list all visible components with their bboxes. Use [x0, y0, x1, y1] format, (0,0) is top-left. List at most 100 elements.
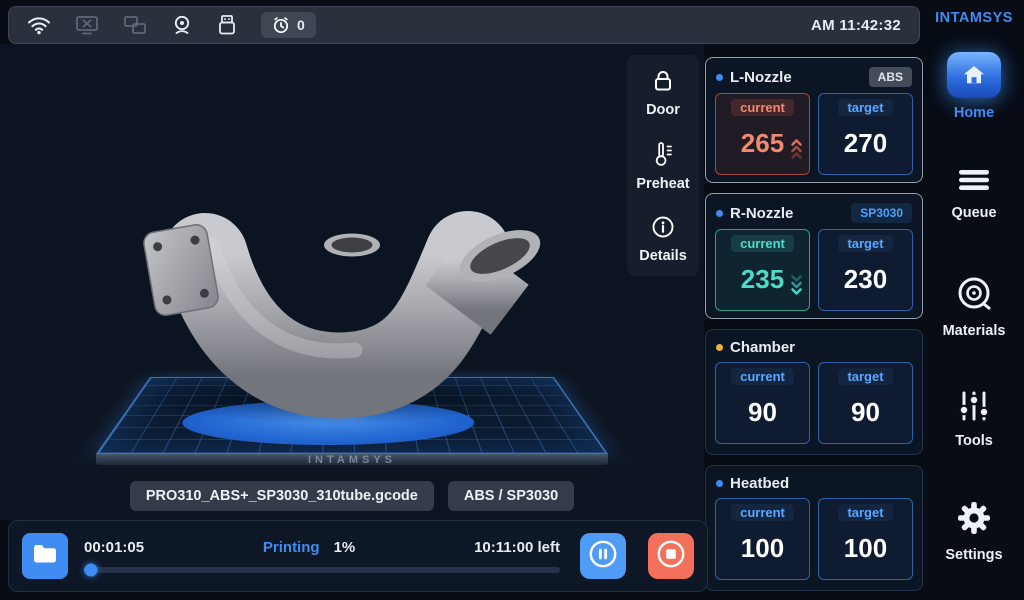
preheat-label: Preheat [636, 176, 689, 192]
sidebar: INTAMSYS Home Queue Materials Tools [924, 0, 1024, 600]
current-label: current [731, 99, 794, 116]
status-dot [716, 480, 723, 487]
webcam-icon[interactable] [171, 14, 193, 36]
sidebar-label: Home [954, 105, 994, 121]
target-value: 100 [844, 521, 887, 579]
model-shadow [150, 370, 520, 424]
status-icons: 0 [27, 12, 316, 38]
sidebar-item-queue[interactable]: Queue [951, 167, 996, 221]
wifi-icon[interactable] [27, 15, 51, 35]
job-info: PRO310_ABS+_SP3030_310tube.gcode ABS / S… [0, 481, 704, 511]
preheat-button[interactable]: Preheat [636, 141, 689, 192]
files-button[interactable] [22, 533, 68, 579]
gcode-filename-chip: PRO310_ABS+_SP3030_310tube.gcode [130, 481, 434, 511]
remaining-time: 10:11:00 left [474, 539, 560, 556]
sidebar-label: Queue [951, 205, 996, 221]
notification-count: 0 [297, 17, 305, 33]
alarm-icon [272, 16, 290, 34]
current-temp-card: current 235 [715, 229, 810, 311]
usb-icon[interactable] [217, 14, 237, 36]
panel-title: Chamber [730, 339, 912, 356]
target-label: target [838, 99, 892, 116]
print-status-bar: 00:01:05 Printing 1% 10:11:00 left [8, 520, 708, 592]
status-group: Printing 1% [263, 539, 355, 556]
progress-bar[interactable] [84, 567, 560, 573]
thermometer-icon [652, 141, 674, 171]
temp-panel-r-nozzle: R-Nozzle SP3030 current 235 target 230 [705, 193, 923, 319]
current-value: 90 [748, 385, 777, 443]
print-status: Printing [263, 539, 320, 556]
temp-panel-heatbed: Heatbed current 100 target 100 [705, 465, 923, 591]
clock: AM 11:42:32 [811, 17, 901, 34]
folder-icon [32, 543, 58, 570]
current-temp-card: current 100 [715, 498, 810, 580]
status-dot [716, 344, 723, 351]
settings-gear-icon [957, 501, 991, 540]
plate-watermark: INTAMSYS [0, 454, 704, 466]
target-value: 90 [851, 385, 880, 443]
lock-icon [652, 69, 674, 97]
current-temp-card: current 90 [715, 362, 810, 444]
target-temp-card[interactable]: target 270 [818, 93, 913, 175]
sidebar-label: Settings [945, 547, 1002, 563]
details-label: Details [639, 248, 687, 264]
sidebar-item-settings[interactable]: Settings [945, 501, 1002, 563]
current-label: current [731, 368, 794, 385]
material-chip: ABS / SP3030 [448, 481, 574, 511]
current-value: 100 [741, 521, 784, 579]
current-value: 235 [741, 252, 784, 310]
model-viewport[interactable]: INTAMSYS [0, 44, 704, 520]
details-button[interactable]: Details [639, 215, 687, 264]
elapsed-time: 00:01:05 [84, 539, 144, 556]
panel-title: R-Nozzle [730, 205, 844, 222]
current-label: current [731, 504, 794, 521]
status-dot [716, 210, 723, 217]
target-temp-card[interactable]: target 100 [818, 498, 913, 580]
target-value: 270 [844, 116, 887, 174]
notification-pill[interactable]: 0 [261, 12, 316, 38]
door-label: Door [646, 102, 680, 118]
panel-title: Heatbed [730, 475, 912, 492]
sidebar-item-tools[interactable]: Tools [955, 391, 993, 449]
status-dot [716, 74, 723, 81]
temp-panel-l-nozzle: L-Nozzle ABS current 265 target 270 [705, 57, 923, 183]
progress-area: 00:01:05 Printing 1% 10:11:00 left [84, 539, 560, 573]
brand-logo: INTAMSYS [935, 10, 1013, 26]
stop-button[interactable] [648, 533, 694, 579]
progress-dot[interactable] [84, 564, 97, 577]
target-temp-card[interactable]: target 90 [818, 362, 913, 444]
printer-ui: 0 AM 11:42:32 INTAMSYS Home Queue Materi… [0, 0, 1024, 600]
target-label: target [838, 504, 892, 521]
sidebar-item-home[interactable]: Home [947, 52, 1001, 121]
current-value: 265 [741, 116, 784, 174]
sidebar-item-materials[interactable]: Materials [943, 275, 1006, 339]
tools-icon [958, 391, 990, 426]
materials-icon [956, 275, 992, 316]
temp-falling-icon [790, 273, 803, 297]
target-value: 230 [844, 252, 887, 310]
home-icon [947, 52, 1001, 98]
door-button[interactable]: Door [646, 69, 680, 118]
sidebar-label: Tools [955, 433, 993, 449]
current-temp-card: current 265 [715, 93, 810, 175]
stop-icon [656, 539, 686, 574]
material-badge: SP3030 [851, 203, 912, 223]
status-bar: 0 AM 11:42:32 [8, 6, 920, 44]
temperature-panels: L-Nozzle ABS current 265 target 270 R-No… [705, 57, 923, 591]
target-label: target [838, 235, 892, 252]
progress-percent: 1% [334, 539, 356, 556]
panel-title: L-Nozzle [730, 69, 862, 86]
target-temp-card[interactable]: target 230 [818, 229, 913, 311]
screen-off-icon[interactable] [75, 14, 99, 36]
info-icon [651, 215, 675, 243]
pause-button[interactable] [580, 533, 626, 579]
temp-rising-icon [790, 137, 803, 161]
material-badge: ABS [869, 67, 912, 87]
queue-icon [958, 167, 990, 198]
temp-panel-chamber: Chamber current 90 target 90 [705, 329, 923, 455]
pause-icon [588, 539, 618, 574]
sidebar-label: Materials [943, 323, 1006, 339]
quick-actions-panel: Door Preheat Details [627, 55, 699, 276]
cast-icon[interactable] [123, 14, 147, 36]
current-label: current [731, 235, 794, 252]
